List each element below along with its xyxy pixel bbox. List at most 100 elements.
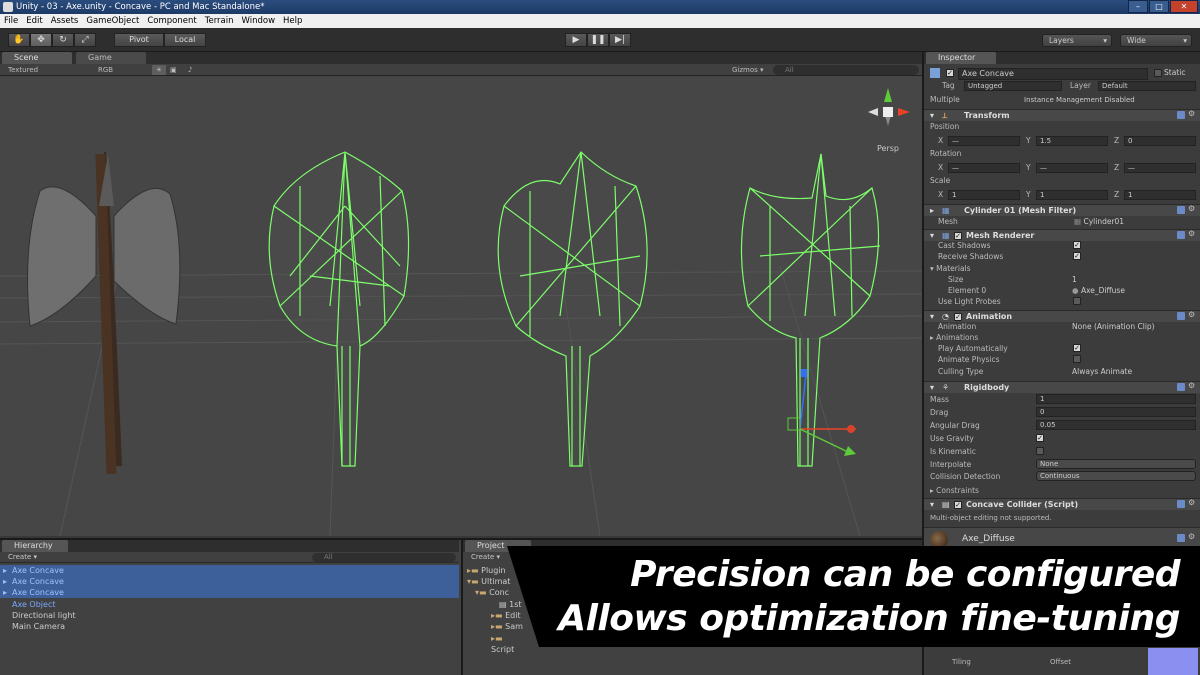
- hierarchy-create-dropdown[interactable]: Create ▾: [8, 552, 37, 563]
- scale-z-field[interactable]: 1: [1124, 190, 1196, 200]
- position-y-field[interactable]: 1.5: [1036, 136, 1108, 146]
- object-name-field[interactable]: Axe Concave: [958, 68, 1148, 80]
- concave-collider-header[interactable]: ▾ ▤ ✓ Concave Collider (Script): [924, 498, 1200, 510]
- mass-field[interactable]: 1: [1036, 394, 1196, 404]
- play-button[interactable]: ▶: [565, 33, 587, 47]
- cast-shadows-checkbox[interactable]: ✓: [1073, 241, 1081, 249]
- static-checkbox[interactable]: [1154, 69, 1162, 77]
- audio-toggle-icon[interactable]: ♪: [188, 64, 192, 76]
- pause-button[interactable]: ❚❚: [587, 33, 609, 47]
- menu-edit[interactable]: Edit: [26, 14, 42, 28]
- use-gravity-checkbox[interactable]: ✓: [1036, 434, 1044, 442]
- animation-header[interactable]: ▾ ◔ ✓ Animation: [924, 310, 1200, 322]
- menu-help[interactable]: Help: [283, 14, 302, 28]
- help-icon[interactable]: [1177, 534, 1185, 542]
- hierarchy-item[interactable]: Axe Object: [0, 599, 459, 610]
- project-create-dropdown[interactable]: Create ▾: [471, 553, 500, 561]
- gizmos-dropdown[interactable]: Gizmos ▾: [732, 64, 764, 76]
- orientation-gizmo-icon[interactable]: [868, 88, 910, 126]
- size-value[interactable]: 1: [1072, 275, 1077, 285]
- hand-tool-icon[interactable]: ✋: [8, 33, 30, 47]
- wireframe-axe-2[interactable]: [497, 151, 648, 467]
- hierarchy-item[interactable]: ▸ Axe Concave: [0, 587, 459, 598]
- help-icon[interactable]: [1177, 312, 1185, 320]
- rigidbody-header[interactable]: ▾ ⚘ Rigidbody: [924, 381, 1200, 393]
- tag-dropdown[interactable]: Untagged: [964, 81, 1062, 91]
- menu-terrain[interactable]: Terrain: [205, 14, 234, 28]
- step-button[interactable]: ▶|: [609, 33, 631, 47]
- scale-tool-icon[interactable]: ⤢: [74, 33, 96, 47]
- mesh-value[interactable]: ▦ Cylinder01: [1074, 217, 1124, 227]
- interpolate-dropdown[interactable]: None: [1036, 459, 1196, 469]
- scene-search-input[interactable]: All: [773, 65, 919, 75]
- drag-field[interactable]: 0: [1036, 407, 1196, 417]
- rotate-tool-icon[interactable]: ↻: [52, 33, 74, 47]
- project-folder-item[interactable]: ▾▬ Conc: [463, 587, 523, 598]
- wireframe-axe-3[interactable]: [740, 153, 881, 467]
- angular-drag-field[interactable]: 0.05: [1036, 420, 1196, 430]
- gear-icon[interactable]: ⚙: [1188, 381, 1195, 390]
- gear-icon[interactable]: ⚙: [1188, 498, 1195, 507]
- local-toggle[interactable]: Local: [164, 33, 206, 47]
- gear-icon[interactable]: ⚙: [1188, 109, 1195, 118]
- mesh-renderer-enabled-checkbox[interactable]: ✓: [954, 232, 962, 240]
- receive-shadows-checkbox[interactable]: ✓: [1073, 252, 1081, 260]
- move-tool-icon[interactable]: ✥: [30, 33, 52, 47]
- image-toggle-icon[interactable]: ▣: [170, 64, 177, 76]
- tab-inspector[interactable]: Inspector: [926, 52, 996, 64]
- rotation-y-field[interactable]: —: [1036, 163, 1108, 173]
- project-folder-item[interactable]: ▾▬ Ultimat: [463, 576, 523, 587]
- collision-detection-dropdown[interactable]: Continuous: [1036, 471, 1196, 481]
- gear-icon[interactable]: ⚙: [1188, 532, 1195, 541]
- rotation-x-field[interactable]: —: [948, 163, 1020, 173]
- layers-dropdown[interactable]: Layers ▾: [1042, 34, 1112, 47]
- textured-axe-model[interactable]: [27, 152, 181, 475]
- layout-dropdown[interactable]: Wide ▾: [1120, 34, 1192, 47]
- menu-file[interactable]: File: [4, 14, 18, 28]
- draw-mode-dropdown[interactable]: Textured: [8, 64, 38, 76]
- constraints-label[interactable]: ▸ Constraints: [930, 486, 979, 496]
- texture-thumbnail[interactable]: [1148, 648, 1198, 675]
- position-x-field[interactable]: —: [948, 136, 1020, 146]
- tab-scene[interactable]: Scene: [2, 52, 72, 64]
- wireframe-axe-1[interactable]: [268, 151, 410, 467]
- hierarchy-item[interactable]: ▸ Axe Concave: [0, 565, 459, 576]
- maximize-button[interactable]: □: [1149, 0, 1169, 13]
- gear-icon[interactable]: ⚙: [1188, 310, 1195, 319]
- menu-assets[interactable]: Assets: [51, 14, 79, 28]
- scale-x-field[interactable]: 1: [948, 190, 1020, 200]
- transform-header[interactable]: ▾ ⟂ Transform: [924, 109, 1200, 121]
- hierarchy-item[interactable]: ▸ Axe Concave: [0, 576, 459, 587]
- gear-icon[interactable]: ⚙: [1188, 204, 1195, 213]
- help-icon[interactable]: [1177, 231, 1185, 239]
- tab-hierarchy[interactable]: Hierarchy: [2, 540, 68, 552]
- minimize-button[interactable]: –: [1128, 0, 1148, 13]
- culling-type-dropdown[interactable]: Always Animate: [1072, 367, 1132, 377]
- concave-collider-enabled-checkbox[interactable]: ✓: [954, 501, 962, 509]
- pivot-toggle[interactable]: Pivot: [114, 33, 164, 47]
- close-button[interactable]: ✕: [1170, 0, 1198, 13]
- is-kinematic-checkbox[interactable]: [1036, 447, 1044, 455]
- menu-window[interactable]: Window: [242, 14, 276, 28]
- hierarchy-item[interactable]: Directional light: [0, 610, 459, 621]
- position-z-field[interactable]: 0: [1124, 136, 1196, 146]
- menu-component[interactable]: Component: [147, 14, 196, 28]
- animation-enabled-checkbox[interactable]: ✓: [954, 313, 962, 321]
- menu-gameobject[interactable]: GameObject: [86, 14, 139, 28]
- use-light-probes-checkbox[interactable]: [1073, 297, 1081, 305]
- project-file-item[interactable]: ▤ 1st: [463, 599, 523, 610]
- layer-dropdown[interactable]: Default: [1098, 81, 1196, 91]
- hierarchy-item[interactable]: Main Camera: [0, 621, 459, 632]
- help-icon[interactable]: [1177, 383, 1185, 391]
- help-icon[interactable]: [1177, 206, 1185, 214]
- gear-icon[interactable]: ⚙: [1188, 229, 1195, 238]
- mesh-renderer-header[interactable]: ▾ ▦ ✓ Mesh Renderer: [924, 229, 1200, 241]
- mesh-filter-header[interactable]: ▸ ▦ Cylinder 01 (Mesh Filter): [924, 204, 1200, 216]
- tab-game[interactable]: Game: [76, 52, 146, 64]
- help-icon[interactable]: [1177, 111, 1185, 119]
- project-folder-item[interactable]: ▸▬ Script: [463, 633, 523, 654]
- rotation-z-field[interactable]: —: [1124, 163, 1196, 173]
- help-icon[interactable]: [1177, 500, 1185, 508]
- scene-view[interactable]: Persp: [0, 76, 922, 536]
- element-0-value[interactable]: ● Axe_Diffuse: [1072, 286, 1125, 296]
